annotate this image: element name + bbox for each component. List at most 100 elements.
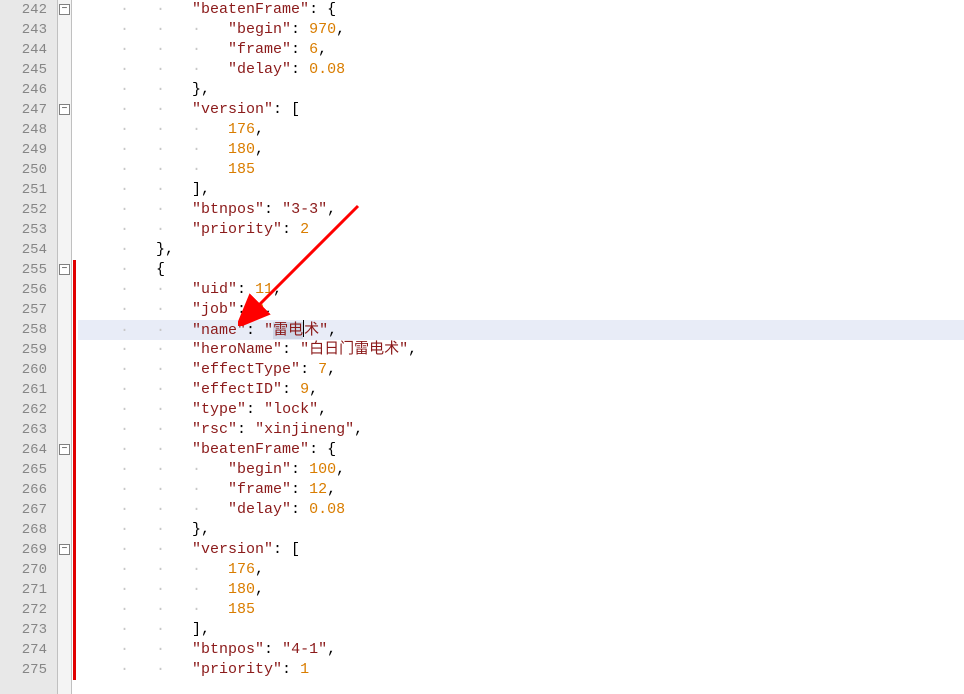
code-line[interactable]: · }, — [78, 240, 964, 260]
code-line[interactable]: · · · 180, — [78, 580, 964, 600]
token: : — [246, 322, 264, 339]
fold-column[interactable]: − − − − − — [58, 0, 72, 694]
code-line[interactable]: · · "uid": 11, — [78, 280, 964, 300]
token: : — [291, 501, 309, 518]
code-line[interactable]: · · "version": [ — [78, 540, 964, 560]
code-line[interactable]: · · "beatenFrame": { — [78, 0, 964, 20]
indent-guide: · · — [84, 361, 192, 378]
code-line[interactable]: · · "job": 0, — [78, 300, 964, 320]
token: , — [255, 561, 264, 578]
token: : — [246, 401, 264, 418]
code-line[interactable]: · · "priority": 2 — [78, 220, 964, 240]
indent-guide: · — [84, 241, 156, 258]
code-line[interactable]: · · · "begin": 100, — [78, 460, 964, 480]
token: : — [264, 201, 282, 218]
indent-guide: · · · — [84, 41, 228, 58]
code-line[interactable]: · · · 176, — [78, 560, 964, 580]
token: : [ — [273, 541, 300, 558]
line-number: 244 — [0, 40, 47, 60]
token: "effectID" — [192, 381, 282, 398]
token: : — [282, 221, 300, 238]
line-number: 272 — [0, 600, 47, 620]
fold-toggle[interactable]: − — [59, 444, 70, 455]
indent-guide: · · — [84, 621, 192, 638]
indent-guide: · · · — [84, 461, 228, 478]
token: 7 — [318, 361, 327, 378]
code-line[interactable]: · · }, — [78, 80, 964, 100]
text-selection: 雷电 — [273, 322, 303, 339]
token: "uid" — [192, 281, 237, 298]
token: 0.08 — [309, 61, 345, 78]
line-number: 263 — [0, 420, 47, 440]
code-line[interactable]: · · · "delay": 0.08 — [78, 500, 964, 520]
token: "version" — [192, 541, 273, 558]
indent-guide: · · · — [84, 481, 228, 498]
line-number: 250 — [0, 160, 47, 180]
line-number: 247 — [0, 100, 47, 120]
token: "delay" — [228, 501, 291, 518]
token: 0.08 — [309, 501, 345, 518]
line-number: 262 — [0, 400, 47, 420]
token: "白日门雷电术" — [300, 341, 408, 358]
line-number: 267 — [0, 500, 47, 520]
code-line[interactable]: · · ], — [78, 180, 964, 200]
token: : { — [309, 1, 336, 18]
code-line[interactable]: · · "btnpos": "4-1", — [78, 640, 964, 660]
code-line[interactable]: · · · 185 — [78, 600, 964, 620]
code-line[interactable]: · · "type": "lock", — [78, 400, 964, 420]
line-number: 265 — [0, 460, 47, 480]
code-line[interactable]: · { — [78, 260, 964, 280]
token: : — [237, 421, 255, 438]
token: : — [291, 21, 309, 38]
token: : [ — [273, 101, 300, 118]
token: , — [327, 361, 336, 378]
token: : — [291, 41, 309, 58]
indent-guide: · — [84, 261, 156, 278]
token: : — [291, 461, 309, 478]
code-line[interactable]: · · "beatenFrame": { — [78, 440, 964, 460]
code-line[interactable]: · · "version": [ — [78, 100, 964, 120]
code-line[interactable]: · · "effectType": 7, — [78, 360, 964, 380]
code-line[interactable]: · · · "delay": 0.08 — [78, 60, 964, 80]
token: , — [255, 121, 264, 138]
indent-guide: · · — [84, 441, 192, 458]
line-number: 268 — [0, 520, 47, 540]
code-area[interactable]: · · "beatenFrame": { · · · "begin": 970,… — [78, 0, 964, 694]
token: }, — [156, 241, 174, 258]
code-line[interactable]: · · · 185 — [78, 160, 964, 180]
token: "type" — [192, 401, 246, 418]
indent-guide: · · — [84, 101, 192, 118]
code-line[interactable]: · · }, — [78, 520, 964, 540]
code-line[interactable]: · · ], — [78, 620, 964, 640]
indent-guide: · · — [84, 281, 192, 298]
code-line[interactable]: · · · "frame": 6, — [78, 40, 964, 60]
token: "xinjineng" — [255, 421, 354, 438]
indent-guide: · · · — [84, 61, 228, 78]
fold-toggle[interactable]: − — [59, 104, 70, 115]
token: "3-3" — [282, 201, 327, 218]
token: , — [327, 481, 336, 498]
token: "priority" — [192, 221, 282, 238]
code-line[interactable]: · · "priority": 1 — [78, 660, 964, 680]
code-line[interactable]: · · "heroName": "白日门雷电术", — [78, 340, 964, 360]
fold-toggle[interactable]: − — [59, 544, 70, 555]
code-line[interactable]: · · · 176, — [78, 120, 964, 140]
token: , — [318, 41, 327, 58]
code-line[interactable]: · · "btnpos": "3-3", — [78, 200, 964, 220]
fold-toggle[interactable]: − — [59, 264, 70, 275]
code-line[interactable]: · · · "begin": 970, — [78, 20, 964, 40]
code-line[interactable]: · · "effectID": 9, — [78, 380, 964, 400]
fold-toggle[interactable]: − — [59, 4, 70, 15]
code-editor[interactable]: 2422432442452462472482492502512522532542… — [0, 0, 964, 694]
indent-guide: · · · — [84, 141, 228, 158]
code-line[interactable]: · · · "frame": 12, — [78, 480, 964, 500]
indent-guide: · · — [84, 641, 192, 658]
line-number: 260 — [0, 360, 47, 380]
token: "beatenFrame" — [192, 1, 309, 18]
token: "beatenFrame" — [192, 441, 309, 458]
token: 12 — [309, 481, 327, 498]
code-line[interactable]: · · · 180, — [78, 140, 964, 160]
code-line[interactable]: · · "rsc": "xinjineng", — [78, 420, 964, 440]
token: "job" — [192, 301, 237, 318]
code-line[interactable]: · · "name": "雷电术", — [78, 320, 964, 340]
